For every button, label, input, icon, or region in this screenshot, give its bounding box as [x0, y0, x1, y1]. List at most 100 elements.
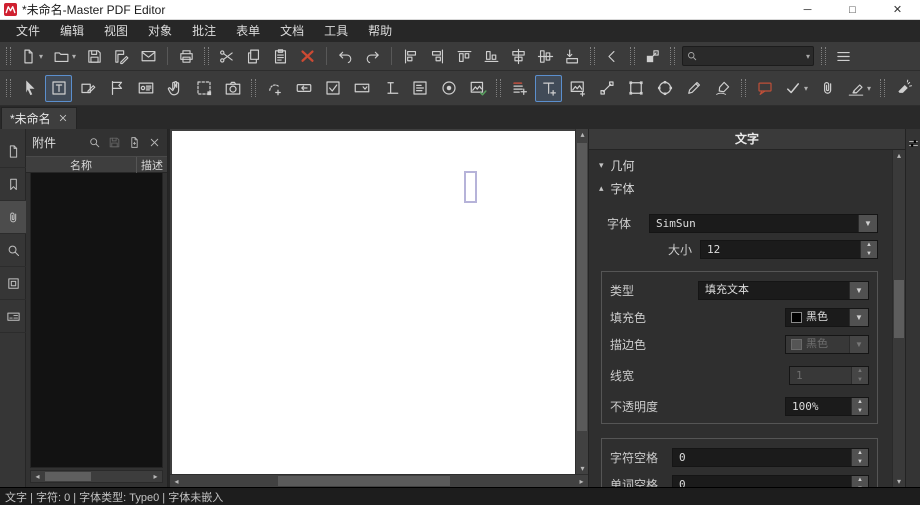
sidebar-bookmarks-panel[interactable]	[0, 168, 26, 201]
align-top-button[interactable]	[452, 44, 477, 68]
scrollbar-thumb[interactable]	[894, 280, 904, 338]
dropdown-arrow-icon[interactable]: ▼	[849, 282, 868, 299]
scroll-right-button[interactable]: ▸	[575, 476, 588, 487]
properties-vertical-scrollbar[interactable]: ▴ ▾	[892, 150, 905, 487]
copy-button[interactable]	[241, 44, 266, 68]
fit-visible-button[interactable]	[640, 44, 665, 68]
save-as-button[interactable]	[109, 44, 134, 68]
menu-document[interactable]: 文档	[270, 20, 314, 42]
maximize-button[interactable]: □	[830, 0, 875, 20]
menu-file[interactable]: 文件	[6, 20, 50, 42]
spinner-buttons[interactable]: ▲▼	[851, 476, 868, 487]
add-attachment-button[interactable]	[128, 136, 141, 149]
close-button[interactable]: ✕	[875, 0, 920, 20]
minimize-button[interactable]: ─	[785, 0, 830, 20]
print-button[interactable]	[174, 44, 199, 68]
sidebar-form-fields-panel[interactable]	[0, 300, 26, 333]
ellipse-tool-button[interactable]	[651, 75, 678, 102]
spinner-buttons[interactable]: ▲▼	[851, 398, 868, 415]
delete-attachment-button[interactable]	[148, 136, 161, 149]
quick-search-input[interactable]	[698, 50, 806, 62]
menu-help[interactable]: 帮助	[358, 20, 402, 42]
char-spacing-spinner[interactable]: ▲▼	[672, 448, 869, 467]
sidebar-pages-panel[interactable]	[0, 135, 26, 168]
add-paragraph-tool-button[interactable]	[506, 75, 533, 102]
dropdown-arrow-icon[interactable]: ▾	[72, 52, 76, 61]
image-button-field-button[interactable]	[464, 75, 491, 102]
align-right-button[interactable]	[425, 44, 450, 68]
cut-button[interactable]	[214, 44, 239, 68]
align-left-button[interactable]	[398, 44, 423, 68]
edit-forms-tool-button[interactable]	[103, 75, 130, 102]
previous-view-button[interactable]	[600, 44, 625, 68]
fill-color-select[interactable]: 黑色 ▼	[785, 308, 869, 327]
pdf-page[interactable]	[172, 131, 575, 474]
canvas-horizontal-scrollbar[interactable]: ◂ ▸	[170, 474, 588, 487]
new-document-button[interactable]: ▾	[16, 44, 47, 68]
rectangle-tool-button[interactable]	[622, 75, 649, 102]
font-select[interactable]: SimSun ▼	[649, 214, 878, 233]
center-vertical-button[interactable]	[533, 44, 558, 68]
combo-box-field-button[interactable]	[348, 75, 375, 102]
paste-button[interactable]	[268, 44, 293, 68]
properties-toggle-icon[interactable]	[907, 137, 920, 150]
attachments-horizontal-scrollbar[interactable]: ◂ ▸	[30, 470, 163, 483]
sidebar-attachments-panel[interactable]	[0, 201, 26, 234]
add-text-tool-button[interactable]	[535, 75, 562, 102]
scroll-up-button[interactable]: ▴	[576, 129, 589, 140]
char-spacing-input[interactable]	[673, 449, 851, 466]
word-spacing-input[interactable]	[673, 476, 851, 487]
snapshot-tool-button[interactable]	[219, 75, 246, 102]
section-geometry[interactable]: ▾ 几何	[589, 154, 892, 177]
attachments-list[interactable]	[30, 173, 163, 468]
pencil-tool-button[interactable]	[680, 75, 707, 102]
dropdown-arrow-icon[interactable]: ▾	[39, 52, 43, 61]
scrollbar-thumb[interactable]	[45, 472, 91, 481]
type-select[interactable]: 填充文本 ▼	[698, 281, 869, 300]
column-header-description[interactable]: 描述	[137, 157, 167, 173]
align-bottom-button[interactable]	[479, 44, 504, 68]
push-button-field-button[interactable]	[290, 75, 317, 102]
checkbox-field-button[interactable]	[319, 75, 346, 102]
menu-tools[interactable]: 工具	[314, 20, 358, 42]
menu-object[interactable]: 对象	[138, 20, 182, 42]
word-spacing-spinner[interactable]: ▲▼	[672, 475, 869, 487]
scroll-up-button[interactable]: ▴	[893, 150, 905, 161]
open-document-button[interactable]: ▾	[49, 44, 80, 68]
font-size-spinner[interactable]: ▲▼	[700, 240, 878, 259]
object-properties-tool-button[interactable]	[132, 75, 159, 102]
opacity-input[interactable]	[786, 398, 851, 415]
scroll-left-button[interactable]: ◂	[31, 471, 44, 482]
dropdown-arrow-icon[interactable]: ▼	[849, 309, 868, 326]
save-button[interactable]	[82, 44, 107, 68]
scroll-down-button[interactable]: ▾	[576, 463, 589, 474]
scrollbar-thumb[interactable]	[577, 143, 587, 431]
toolbar-menu-button[interactable]	[831, 44, 856, 68]
dropdown-arrow-icon[interactable]: ▾	[867, 84, 871, 93]
tab-close-icon[interactable]	[58, 110, 68, 128]
center-horizontal-button[interactable]	[506, 44, 531, 68]
highlight-tool-button[interactable]: ▾	[843, 75, 875, 102]
spinner-buttons[interactable]: ▲▼	[851, 449, 868, 466]
text-field-button[interactable]	[377, 75, 404, 102]
sidebar-layers-panel[interactable]	[0, 267, 26, 300]
undo-button[interactable]	[333, 44, 358, 68]
menu-annotate[interactable]: 批注	[182, 20, 226, 42]
canvas-vertical-scrollbar[interactable]: ▴ ▾	[575, 129, 588, 474]
clear-formatting-tool-button[interactable]	[890, 75, 917, 102]
scroll-down-button[interactable]: ▾	[893, 476, 905, 487]
edit-object-tool-button[interactable]	[74, 75, 101, 102]
text-cursor-placeholder[interactable]	[464, 171, 477, 203]
sticky-note-tool-button[interactable]	[751, 75, 778, 102]
document-tab[interactable]: *未命名	[1, 107, 77, 129]
search-attachments-button[interactable]	[88, 136, 101, 149]
column-header-name[interactable]: 名称	[26, 157, 137, 173]
radio-button-field-button[interactable]	[435, 75, 462, 102]
menu-edit[interactable]: 编辑	[50, 20, 94, 42]
add-image-tool-button[interactable]	[564, 75, 591, 102]
scroll-left-button[interactable]: ◂	[170, 476, 183, 487]
scroll-right-button[interactable]: ▸	[149, 471, 162, 482]
list-box-field-button[interactable]	[406, 75, 433, 102]
stamp-tool-button[interactable]: ▾	[780, 75, 812, 102]
menu-forms[interactable]: 表单	[226, 20, 270, 42]
